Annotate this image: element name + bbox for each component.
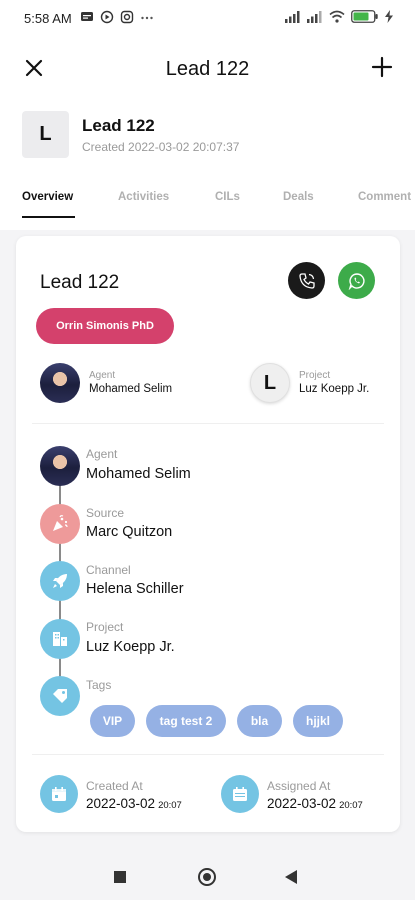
tag-icon: [53, 689, 67, 703]
timeline-project-value: Luz Koepp Jr.: [86, 639, 175, 655]
lead-name: Lead 122: [82, 116, 155, 135]
tab-active-indicator: [22, 216, 75, 218]
signal-icon-2: [307, 11, 322, 23]
play-icon: [100, 10, 114, 24]
whatsapp-icon: [348, 272, 365, 290]
lead-created-date: Created 2022-03-02 20:07:37: [82, 140, 240, 154]
party-popper-icon: [53, 515, 68, 531]
tab-cils[interactable]: CILs: [215, 191, 240, 203]
charging-icon: [385, 10, 393, 23]
assigned-at-time: 20:07: [339, 800, 363, 811]
signal-icon: [285, 11, 300, 23]
whatsapp-button[interactable]: [338, 262, 375, 299]
system-nav-bar: [0, 850, 415, 900]
tag-chip[interactable]: VIP: [90, 705, 135, 737]
rocket-icon: [53, 574, 67, 588]
tab-deals[interactable]: Deals: [283, 191, 314, 203]
tab-activities[interactable]: Activities: [118, 191, 169, 203]
project-label: Project: [299, 370, 331, 381]
timeline-agent-value: Mohamed Selim: [86, 466, 191, 482]
timeline-agent-label: Agent: [86, 447, 118, 461]
divider: [32, 423, 384, 424]
system-icons: [285, 10, 393, 23]
assigned-at-value: 2022-03-02 20:07: [267, 796, 363, 811]
timeline-tags-label: Tags: [86, 678, 112, 692]
wifi-icon: [329, 10, 345, 23]
instagram-icon: [120, 10, 134, 24]
project-value: Luz Koepp Jr.: [299, 383, 370, 395]
calendar-icon: [52, 787, 66, 801]
owner-pill[interactable]: Orrin Simonis PhD: [36, 308, 174, 344]
back-button[interactable]: [285, 870, 297, 884]
calendar-check-icon: [233, 787, 247, 801]
lead-overview-card: Lead 122 Orrin Simonis PhD Agent Mohamed…: [16, 236, 400, 832]
created-at-date: 2022-03-02: [86, 796, 156, 811]
agent-avatar: [40, 363, 80, 403]
timeline-tags-dot: [40, 676, 80, 716]
building-icon: [53, 632, 67, 646]
assigned-at-label: Assigned At: [267, 779, 331, 793]
tab-overview[interactable]: Overview: [22, 191, 73, 203]
assigned-at-date: 2022-03-02: [267, 796, 337, 811]
tag-chip[interactable]: tag test 2: [146, 705, 226, 737]
created-at-label: Created At: [86, 779, 143, 793]
tag-chip[interactable]: bla: [237, 705, 282, 737]
timeline-project-label: Project: [86, 620, 124, 634]
agent-value: Mohamed Selim: [89, 383, 173, 395]
created-at-dot: [40, 775, 78, 813]
app-bar: Lead 122: [0, 46, 415, 90]
more-icon: [141, 16, 153, 20]
tag-chip[interactable]: hjjkl: [293, 705, 343, 737]
timeline-source-dot: [40, 504, 80, 544]
home-button[interactable]: [198, 868, 216, 886]
assigned-at-dot: [221, 775, 259, 813]
status-time: 5:58 AM: [24, 11, 72, 26]
recents-button[interactable]: [114, 871, 126, 883]
timeline-channel-label: Channel: [86, 563, 131, 577]
timeline-source-label: Source: [86, 506, 125, 520]
lead-avatar: L: [22, 111, 69, 158]
timeline-project-dot: [40, 619, 80, 659]
tab-bar: Overview Activities CILs Deals Comment: [0, 188, 415, 220]
phone-icon: [298, 272, 315, 289]
tab-comment[interactable]: Comment: [358, 191, 411, 203]
divider: [32, 754, 384, 755]
created-at-value: 2022-03-02 20:07: [86, 796, 182, 811]
page-title: Lead 122: [165, 58, 250, 80]
add-icon[interactable]: [371, 56, 393, 78]
screen: 5:58 AM Lead 122 L Lead 122 Created 2022…: [0, 0, 415, 900]
status-bar: 5:58 AM: [0, 0, 415, 38]
agent-label: Agent: [89, 370, 116, 381]
timeline-agent-avatar: [40, 446, 80, 486]
timeline-channel-value: Helena Schiller: [86, 581, 184, 597]
project-avatar: L: [250, 363, 290, 403]
battery-icon: [351, 10, 378, 23]
notification-icons: [80, 10, 154, 24]
timeline-source-value: Marc Quitzon: [86, 524, 173, 540]
timeline-channel-dot: [40, 561, 80, 601]
call-button[interactable]: [288, 262, 325, 299]
created-at-time: 20:07: [158, 800, 182, 811]
card-title: Lead 122: [40, 272, 120, 293]
message-icon: [81, 12, 93, 21]
